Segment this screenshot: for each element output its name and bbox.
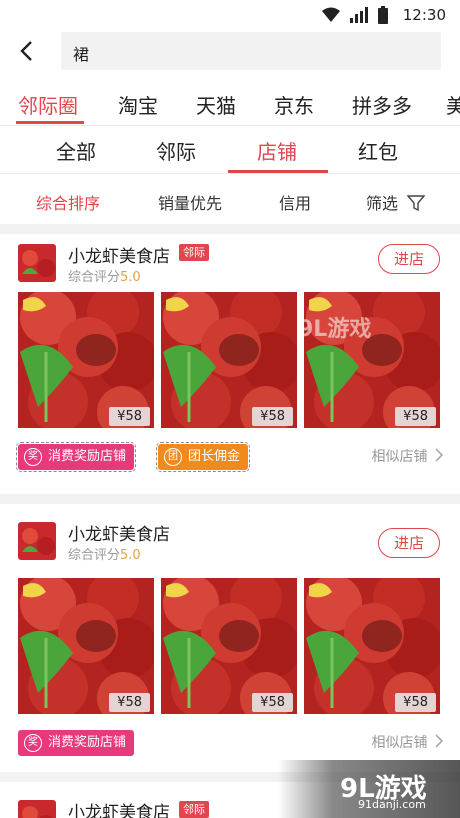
product-price: ¥58 <box>395 407 436 426</box>
reward-icon: 奖 <box>24 734 42 752</box>
product-photo[interactable]: ¥58 <box>18 292 154 428</box>
reward-store-tag[interactable]: 奖 消费奖励店铺 <box>18 730 135 756</box>
tab-tmall[interactable]: 天猫 <box>196 90 236 119</box>
leader-icon: 团 <box>164 448 182 466</box>
sort-sales[interactable]: 销量优先 <box>158 190 222 214</box>
product-photo[interactable]: ¥58 <box>304 578 440 714</box>
rating-score: 5.0 <box>120 548 141 563</box>
watermark-subtitle: 91danji.com <box>358 798 426 811</box>
tag-label: 团长佣金 <box>188 449 241 464</box>
enter-store-button[interactable]: 进店 <box>378 244 440 274</box>
active-tab-indicator <box>16 121 84 124</box>
product-photo[interactable]: ¥58 <box>161 292 297 428</box>
sort-bar: 综合排序 销量优先 信用 筛选 <box>0 174 460 224</box>
tag-label: 消费奖励店铺 <box>48 449 127 464</box>
search-query: 裙 <box>73 45 90 64</box>
watermark-logo: 9L游戏 91danji.com <box>278 760 460 818</box>
reward-icon: 奖 <box>24 448 42 466</box>
similar-label: 相似店铺 <box>371 449 428 465</box>
similar-stores-link[interactable]: 相似店铺 <box>372 446 444 466</box>
subtab-all[interactable]: 全部 <box>56 136 96 165</box>
product-price: ¥58 <box>252 407 293 426</box>
chevron-right-icon <box>435 448 444 462</box>
store-rating: 综合评分5.0 <box>68 544 141 563</box>
product-price: ¥58 <box>395 693 436 712</box>
tab-linjiquan[interactable]: 邻际圈 <box>18 90 78 119</box>
store-tags: 奖 消费奖励店铺 团 团长佣金 <box>15 442 318 474</box>
store-badge: 邻际 <box>179 244 209 261</box>
sort-credit[interactable]: 信用 <box>279 190 311 214</box>
active-subtab-indicator <box>228 170 328 173</box>
store-name[interactable]: 小龙虾美食店 <box>68 798 170 818</box>
product-photos: ¥58 ¥58 <box>18 292 440 430</box>
subtab-stores[interactable]: 店铺 <box>257 136 297 165</box>
leader-commission-tag[interactable]: 团 团长佣金 <box>155 442 251 472</box>
similar-label: 相似店铺 <box>371 735 428 751</box>
filter-button[interactable]: 筛选 <box>366 190 426 214</box>
subtab-red-packets[interactable]: 红包 <box>358 136 398 165</box>
product-photo[interactable]: 9L游戏 ¥58 <box>304 292 440 428</box>
store-avatar <box>18 244 56 282</box>
store-card[interactable]: 小龙虾美食店 综合评分5.0 进店 ¥58 ¥58 ¥58 奖 消费奖励店铺 相… <box>0 512 460 780</box>
store-badge: 邻际 <box>179 801 209 818</box>
store-avatar <box>18 800 56 818</box>
clock-time: 12:30 <box>402 6 446 24</box>
product-price: ¥58 <box>252 693 293 712</box>
tab-taobao[interactable]: 淘宝 <box>118 90 158 119</box>
tag-label: 消费奖励店铺 <box>48 735 127 750</box>
product-photo[interactable]: ¥58 <box>18 578 154 714</box>
store-card[interactable]: 小龙虾美食店 邻际 综合评分5.0 进店 ¥58 ¥58 9L游戏 ¥58 奖 … <box>0 234 460 502</box>
product-price: ¥58 <box>109 693 150 712</box>
platform-tabs: 邻际圈 淘宝 天猫 京东 拼多多 美 <box>0 78 460 126</box>
status-bar: 12:30 <box>0 0 460 32</box>
product-photo[interactable]: ¥58 <box>161 578 297 714</box>
store-rating: 综合评分5.0 <box>68 266 141 285</box>
sort-comprehensive[interactable]: 综合排序 <box>36 190 100 214</box>
status-icons <box>322 6 388 24</box>
product-photos: ¥58 ¥58 <box>18 578 440 716</box>
filter-label: 筛选 <box>366 194 399 213</box>
subtab-linji[interactable]: 邻际 <box>156 136 196 165</box>
section-divider <box>0 494 460 504</box>
store-name[interactable]: 小龙虾美食店 <box>68 520 170 545</box>
tab-meituan-partial[interactable]: 美 <box>446 90 460 119</box>
wifi-icon <box>322 7 340 22</box>
tab-jd[interactable]: 京东 <box>274 90 314 119</box>
chevron-right-icon <box>435 734 444 748</box>
product-price: ¥58 <box>109 407 150 426</box>
store-tags: 奖 消费奖励店铺 <box>18 730 318 760</box>
enter-store-button[interactable]: 进店 <box>378 528 440 558</box>
battery-icon <box>378 6 388 24</box>
similar-stores-link[interactable]: 相似店铺 <box>372 732 444 752</box>
rating-score: 5.0 <box>120 270 141 285</box>
rating-label: 综合评分 <box>68 548 121 563</box>
filter-icon <box>406 195 426 212</box>
photo-watermark: 9L游戏 <box>304 316 371 342</box>
reward-store-tag[interactable]: 奖 消费奖励店铺 <box>15 442 137 472</box>
search-row: 裙 <box>0 32 460 72</box>
tab-pinduoduo[interactable]: 拼多多 <box>352 90 412 119</box>
search-input[interactable]: 裙 <box>61 32 441 70</box>
signal-icon <box>350 7 368 23</box>
back-arrow-icon[interactable] <box>14 38 40 64</box>
section-divider <box>0 224 460 234</box>
store-name[interactable]: 小龙虾美食店 <box>68 242 170 267</box>
store-avatar <box>18 522 56 560</box>
sub-tabs: 全部 邻际 店铺 红包 <box>0 126 460 174</box>
rating-label: 综合评分 <box>68 270 121 285</box>
